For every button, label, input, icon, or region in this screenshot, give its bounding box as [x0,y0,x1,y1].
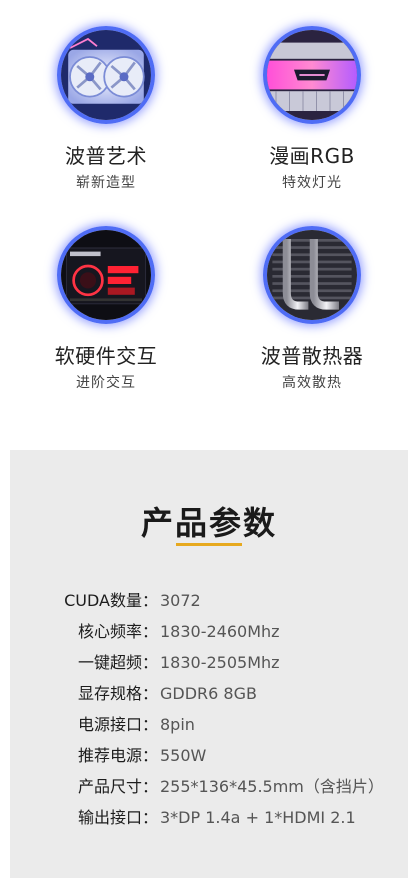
feature-title: 波普艺术 [65,144,147,168]
feature-subtitle: 进阶交互 [76,375,136,391]
feature-pop-art: 波普艺术 崭新造型 [6,0,206,200]
spec-value: 255*136*45.5mm（含挡片） [160,777,384,796]
spec-label: 推荐电源： [77,746,158,765]
feature-pop-heatsink: 波普散热器 高效散热 [212,200,412,400]
spec-value: 3*DP 1.4a + 1*HDMI 2.1 [160,808,356,827]
heatsink-heatpipes-image [263,226,361,324]
spec-row-recommended-psu: 推荐电源： 550W [10,741,408,771]
software-dashboard-screen-image [57,226,155,324]
spec-row-outputs: 输出接口： 3*DP 1.4a + 1*HDMI 2.1 [10,803,408,833]
feature-software-interaction: 软硬件交互 进阶交互 [6,200,206,400]
spec-row-memory: 显存规格： GDDR6 8GB [10,679,408,709]
feature-title: 软硬件交互 [54,344,158,368]
spec-row-cuda: CUDA数量： 3072 [10,586,408,616]
feature-comic-rgb: 漫画RGB 特效灯光 [212,0,412,200]
spec-value: 550W [160,746,207,765]
product-specs-panel: 产品参数 CUDA数量： 3072 核心频率： 1830-2460Mhz 一键超… [10,450,408,878]
feature-title: 波普散热器 [260,344,364,368]
spec-row-power-connector: 电源接口： 8pin [10,710,408,740]
feature-subtitle: 崭新造型 [76,175,136,191]
spec-label: 产品尺寸： [77,777,158,796]
spec-label: 核心频率： [77,622,158,641]
feature-subtitle: 高效散热 [282,375,342,391]
feature-subtitle: 特效灯光 [282,175,342,191]
spec-row-core-clock: 核心频率： 1830-2460Mhz [10,617,408,647]
spec-row-dimensions: 产品尺寸： 255*136*45.5mm（含挡片） [10,772,408,802]
spec-value: 1830-2460Mhz [160,622,280,641]
feature-title: 漫画RGB [269,144,355,168]
spec-value: 8pin [160,715,195,734]
spec-row-overclock: 一键超频： 1830-2505Mhz [10,648,408,678]
spec-value: GDDR6 8GB [160,684,257,703]
heading-underline [176,543,242,546]
spec-value: 3072 [160,591,201,610]
feature-grid: 波普艺术 崭新造型 漫画RGB 特效灯光 软硬件交互 进阶交互 波普散热器 高效… [0,0,414,420]
spec-label: CUDA数量： [64,591,158,610]
rgb-light-bar-with-logo-image [263,26,361,124]
white-graphics-card-fans-image [57,26,155,124]
spec-label: 电源接口： [77,715,158,734]
spec-value: 1830-2505Mhz [160,653,280,672]
specs-heading: 产品参数 [140,504,277,542]
spec-label: 显存规格： [77,684,158,703]
spec-label: 输出接口： [77,808,158,827]
spec-label: 一键超频： [77,653,158,672]
